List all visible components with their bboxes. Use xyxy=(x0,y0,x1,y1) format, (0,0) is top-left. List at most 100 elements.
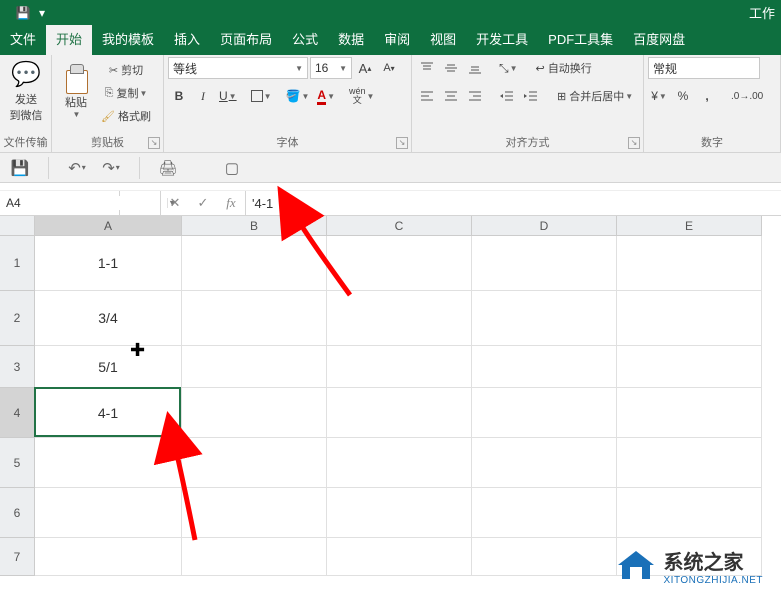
copy-button[interactable]: ⎘ 复制▼ xyxy=(98,82,154,104)
format-painter-button[interactable]: 🖌 格式刷 xyxy=(98,105,154,127)
paste-button[interactable]: 粘贴 ▼ xyxy=(56,57,96,125)
save-button[interactable]: 💾 xyxy=(8,156,32,180)
spreadsheet-grid[interactable]: ABCDE12345671-13/45/14-1 xyxy=(0,216,781,596)
align-bottom-button[interactable] xyxy=(464,57,486,79)
cell-B1[interactable] xyxy=(182,236,327,291)
ribbon-tab-7[interactable]: 审阅 xyxy=(374,25,420,55)
font-color-button[interactable]: A▼ xyxy=(314,85,338,107)
row-header-4[interactable]: 4 xyxy=(0,388,35,438)
cell-A2[interactable]: 3/4 xyxy=(35,291,182,346)
cell-D6[interactable] xyxy=(472,488,617,538)
cell-A3[interactable]: 5/1 xyxy=(35,346,182,388)
align-left-button[interactable] xyxy=(416,85,438,107)
ribbon-tab-2[interactable]: 我的模板 xyxy=(92,25,164,55)
ribbon-tab-3[interactable]: 插入 xyxy=(164,25,210,55)
cell-A6[interactable] xyxy=(35,488,182,538)
accept-formula-button[interactable]: ✓ xyxy=(189,195,217,211)
insert-function-button[interactable]: fx xyxy=(217,195,245,211)
col-header-A[interactable]: A xyxy=(35,216,182,236)
ribbon-tab-9[interactable]: 开发工具 xyxy=(466,25,538,55)
merge-center-button[interactable]: ⊞ 合并后居中▼ xyxy=(554,85,636,107)
comma-format-button[interactable]: , xyxy=(696,85,718,107)
cut-button[interactable]: ✂ 剪切 xyxy=(98,59,154,81)
cell-B4[interactable] xyxy=(182,388,327,438)
cell-D2[interactable] xyxy=(472,291,617,346)
ribbon-tab-4[interactable]: 页面布局 xyxy=(210,25,282,55)
number-format-combo[interactable]: 常规 xyxy=(648,57,760,79)
cancel-formula-button[interactable]: ✕ xyxy=(161,195,189,211)
titlebar-dropdown-icon[interactable]: ▾ xyxy=(35,5,50,20)
cell-B6[interactable] xyxy=(182,488,327,538)
col-header-D[interactable]: D xyxy=(472,216,617,236)
cell-B3[interactable] xyxy=(182,346,327,388)
cell-E4[interactable] xyxy=(617,388,762,438)
bold-button[interactable]: B xyxy=(168,85,190,107)
align-middle-button[interactable] xyxy=(440,57,462,79)
redo-button[interactable]: ↷▾ xyxy=(99,156,123,180)
ribbon-tab-8[interactable]: 视图 xyxy=(420,25,466,55)
cell-E1[interactable] xyxy=(617,236,762,291)
cell-C1[interactable] xyxy=(327,236,472,291)
wrap-text-button[interactable]: ↩ 自动换行 xyxy=(533,57,595,79)
ribbon-tab-5[interactable]: 公式 xyxy=(282,25,328,55)
decrease-indent-button[interactable] xyxy=(496,85,518,107)
cell-E5[interactable] xyxy=(617,438,762,488)
ribbon-tab-0[interactable]: 文件 xyxy=(0,25,46,55)
font-size-combo[interactable]: 16▼ xyxy=(310,57,352,79)
cell-B7[interactable] xyxy=(182,538,327,576)
cell-E3[interactable] xyxy=(617,346,762,388)
increase-indent-button[interactable] xyxy=(520,85,542,107)
undo-button[interactable]: ↶▾ xyxy=(65,156,89,180)
row-header-3[interactable]: 3 xyxy=(0,346,35,388)
col-header-B[interactable]: B xyxy=(182,216,327,236)
cell-E6[interactable] xyxy=(617,488,762,538)
cell-D3[interactable] xyxy=(472,346,617,388)
send-to-wechat-button[interactable]: 💬 发送 到微信 xyxy=(4,57,48,125)
cell-D5[interactable] xyxy=(472,438,617,488)
increase-font-button[interactable]: A▴ xyxy=(354,57,376,79)
align-right-button[interactable] xyxy=(464,85,486,107)
alignment-launcher[interactable]: ↘ xyxy=(628,137,640,149)
cell-C7[interactable] xyxy=(327,538,472,576)
print-preview-button[interactable]: 🖨 xyxy=(156,156,180,180)
border-button[interactable]: ▼ xyxy=(248,85,275,107)
ribbon-tab-11[interactable]: 百度网盘 xyxy=(623,25,695,55)
cell-C5[interactable] xyxy=(327,438,472,488)
row-header-7[interactable]: 7 xyxy=(0,538,35,576)
cell-B2[interactable] xyxy=(182,291,327,346)
phonetic-button[interactable]: wén文▼ xyxy=(346,85,377,107)
accounting-format-button[interactable]: ¥▼ xyxy=(648,85,670,107)
row-header-2[interactable]: 2 xyxy=(0,291,35,346)
italic-button[interactable]: I xyxy=(192,85,214,107)
cell-A7[interactable] xyxy=(35,538,182,576)
underline-button[interactable]: U▼ xyxy=(216,85,240,107)
cell-D7[interactable] xyxy=(472,538,617,576)
select-all-corner[interactable] xyxy=(0,216,35,236)
orientation-button[interactable]: ⤡▼ xyxy=(496,57,521,79)
fill-color-button[interactable]: 🪣▼ xyxy=(283,85,313,107)
ribbon-tab-6[interactable]: 数据 xyxy=(328,25,374,55)
row-header-1[interactable]: 1 xyxy=(0,236,35,291)
cell-C3[interactable] xyxy=(327,346,472,388)
cell-C4[interactable] xyxy=(327,388,472,438)
cell-C6[interactable] xyxy=(327,488,472,538)
widget-button[interactable]: ▢ xyxy=(220,156,244,180)
align-center-button[interactable] xyxy=(440,85,462,107)
col-header-E[interactable]: E xyxy=(617,216,762,236)
cell-D1[interactable] xyxy=(472,236,617,291)
cell-A4[interactable]: 4-1 xyxy=(35,388,182,438)
row-header-5[interactable]: 5 xyxy=(0,438,35,488)
decrease-font-button[interactable]: A▾ xyxy=(378,57,400,79)
clipboard-launcher[interactable]: ↘ xyxy=(148,137,160,149)
row-header-6[interactable]: 6 xyxy=(0,488,35,538)
increase-decimal-button[interactable]: .0→.00 xyxy=(728,85,766,107)
align-top-button[interactable] xyxy=(416,57,438,79)
ribbon-tab-10[interactable]: PDF工具集 xyxy=(538,25,623,55)
formula-input[interactable]: '4-1 xyxy=(246,191,781,215)
cell-A5[interactable] xyxy=(35,438,182,488)
font-name-combo[interactable]: 等线▼ xyxy=(168,57,308,79)
percent-format-button[interactable]: % xyxy=(672,85,694,107)
ribbon-tab-1[interactable]: 开始 xyxy=(46,25,92,55)
font-launcher[interactable]: ↘ xyxy=(396,137,408,149)
cell-A1[interactable]: 1-1 xyxy=(35,236,182,291)
